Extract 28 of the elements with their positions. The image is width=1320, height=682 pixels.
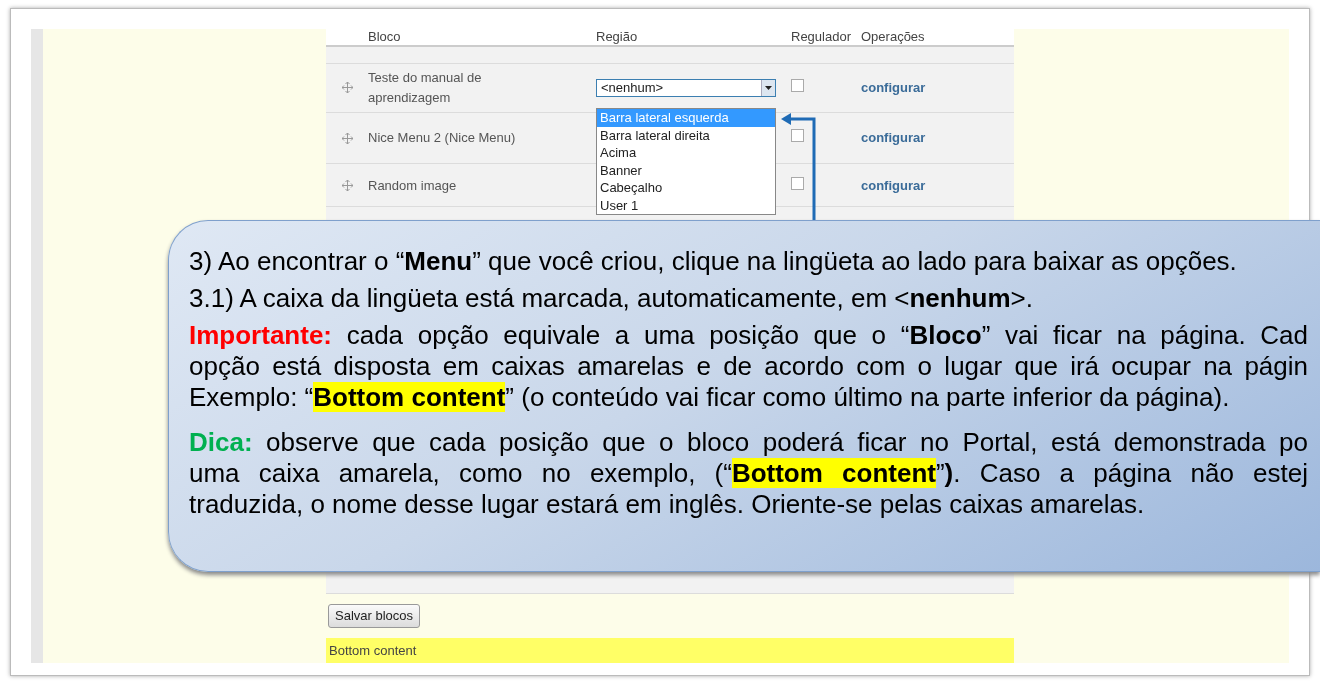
dropdown-option[interactable]: Banner <box>597 161 775 179</box>
checkbox[interactable] <box>791 79 804 93</box>
column-header: Operações <box>861 29 925 45</box>
block-name: Random image <box>368 176 457 195</box>
dropdown-option[interactable]: User 1 <box>597 196 775 214</box>
configure-link[interactable]: configurar <box>861 177 926 193</box>
drag-handle-icon[interactable] <box>341 179 353 191</box>
region-select[interactable]: <nenhum> <box>596 78 776 97</box>
block-name: Nice Menu 2 (Nice Menu) <box>368 129 516 148</box>
caret-icon <box>765 85 772 90</box>
drag-handle-icon[interactable] <box>341 82 353 94</box>
dropdown-option[interactable]: Cabeçalho <box>597 179 775 197</box>
save-blocks-button[interactable]: Salvar blocos <box>328 604 421 628</box>
dropdown-option[interactable]: Barra lateral direita <box>597 126 775 144</box>
dropdown-option[interactable]: Acima <box>597 144 775 162</box>
column-header: Regulador <box>791 29 851 45</box>
drag-handle-icon[interactable] <box>341 132 353 144</box>
block-name: Teste do manual de aprendizagem <box>368 69 483 107</box>
configure-link[interactable]: configurar <box>861 130 926 146</box>
callout-paragraph: Importante: cada opção equivale a uma posição que o “Bloco” vai ficar na página. Cad opção está disposta em caixas amarelas e de acordo com o lugar que irá ocupar na págin Exemplo: “Bottom content” (o conteúdo vai ficar como último na parte inferior da página). <box>189 320 1308 413</box>
configure-link[interactable]: configurar <box>861 80 926 96</box>
checkbox[interactable] <box>791 176 804 190</box>
column-header: Região <box>596 29 638 45</box>
region-label-bar: Bottom content <box>326 637 1014 663</box>
callout-paragraph: 3.1) A caixa da lingüeta está marcada, automaticamente, em <nenhum>. <box>189 283 1034 314</box>
column-header: Bloco <box>368 29 401 45</box>
checkbox[interactable] <box>791 129 804 143</box>
callout-paragraph: 3) Ao encontrar o “Menu” que você criou, clique na lingüeta ao lado para baixar as opções. <box>189 246 1238 277</box>
